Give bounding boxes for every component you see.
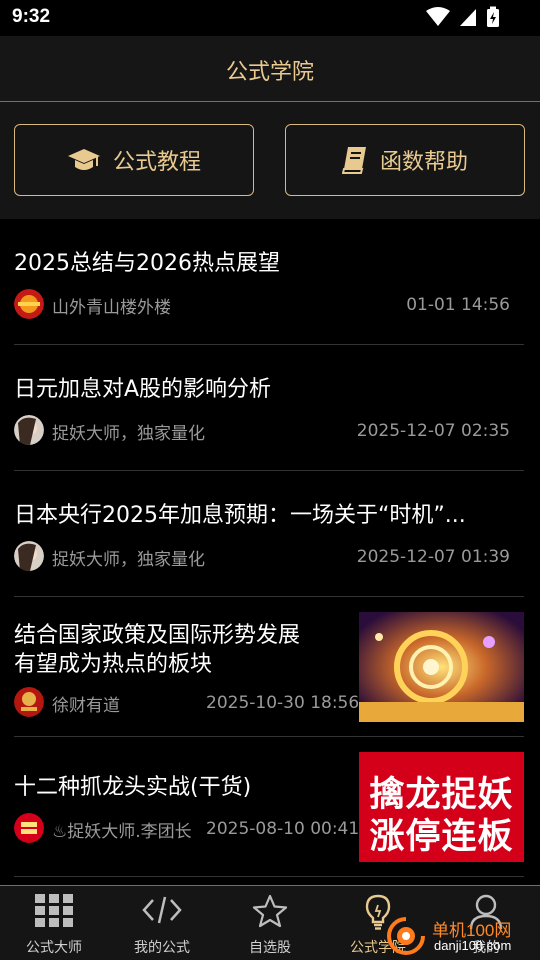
author-avatar [14,687,44,717]
article-time: 2025-12-07 02:35 [356,421,510,441]
quick-actions: 公式教程 函数帮助 [0,102,540,219]
watermark-url: danji100.com [434,938,512,953]
star-icon [252,894,288,928]
article-list: 2025总结与2026热点展望 山外青山楼外楼 01-01 14:56 日元加息… [0,219,540,885]
article-title: 十二种抓龙头实战(干货) [14,775,252,800]
article-author: 捉妖大师，独家量化 [52,550,205,570]
function-help-label: 函数帮助 [379,150,468,175]
article-author: ♨捉妖大师.李团长 [52,822,192,842]
article-item[interactable]: 2025总结与2026热点展望 山外青山楼外楼 01-01 14:56 [14,219,524,345]
tab-formula-master[interactable]: 公式大师 [0,886,108,960]
article-title-line-1: 结合国家政策及国际形势发展 [14,623,301,648]
site-watermark: 单机100网 danji100.com [386,914,536,958]
wifi-icon [426,7,450,26]
signal-icon [460,9,476,26]
graduation-cap-icon [67,149,100,170]
article-title: 日元加息对A股的影响分析 [14,377,272,402]
article-item[interactable]: 日本央行2025年加息预期：一场关于“时机”... 捉妖大师，独家量化 2025… [14,471,524,597]
status-bar: 9:32 [0,0,540,36]
article-item[interactable]: 结合国家政策及国际形势发展 有望成为热点的板块 徐财有道 2025-10-30 … [14,597,524,737]
grid-icon [35,894,73,927]
tab-watchlist[interactable]: 自选股 [216,886,324,960]
status-icons [426,6,500,28]
article-time: 2025-08-10 00:41 [206,819,360,839]
thumbnail-text-line-2: 涨停连板 [369,817,514,857]
tab-label: 自选股 [249,940,291,956]
article-author: 徐财有道 [52,696,120,716]
article-time: 2025-12-07 01:39 [356,547,510,567]
article-title: 2025总结与2026热点展望 [14,251,280,276]
article-time: 01-01 14:56 [406,295,510,315]
tab-label: 公式大师 [26,940,82,956]
author-avatar [14,289,44,319]
article-author: 山外青山楼外楼 [52,298,171,318]
article-thumbnail: 擒龙捉妖 涨停连板 [359,752,524,862]
author-avatar [14,813,44,843]
article-time: 2025-10-30 18:56 [206,693,360,713]
author-avatar [14,541,44,571]
book-icon [341,147,366,174]
status-time: 9:32 [12,6,51,27]
article-item[interactable]: 日元加息对A股的影响分析 捉妖大师，独家量化 2025-12-07 02:35 [14,345,524,471]
app-header: 公式学院 [0,36,540,102]
watermark-logo-icon [387,917,425,955]
formula-tutorial-label: 公式教程 [112,150,201,175]
battery-icon [487,6,499,27]
function-help-button[interactable]: 函数帮助 [285,124,525,196]
article-item[interactable]: 十二种抓龙头实战(干货) ♨捉妖大师.李团长 2025-08-10 00:41 … [14,737,524,877]
author-avatar [14,415,44,445]
tab-my-formulas[interactable]: 我的公式 [108,886,216,960]
article-author: 捉妖大师，独家量化 [52,424,205,444]
page-title: 公式学院 [225,60,314,85]
article-title-line-2: 有望成为热点的板块 [14,652,213,677]
formula-tutorial-button[interactable]: 公式教程 [14,124,254,196]
article-thumbnail [359,612,524,722]
article-title: 日本央行2025年加息预期：一场关于“时机”... [14,503,466,528]
code-icon [142,896,182,924]
tab-label: 我的公式 [134,940,190,956]
